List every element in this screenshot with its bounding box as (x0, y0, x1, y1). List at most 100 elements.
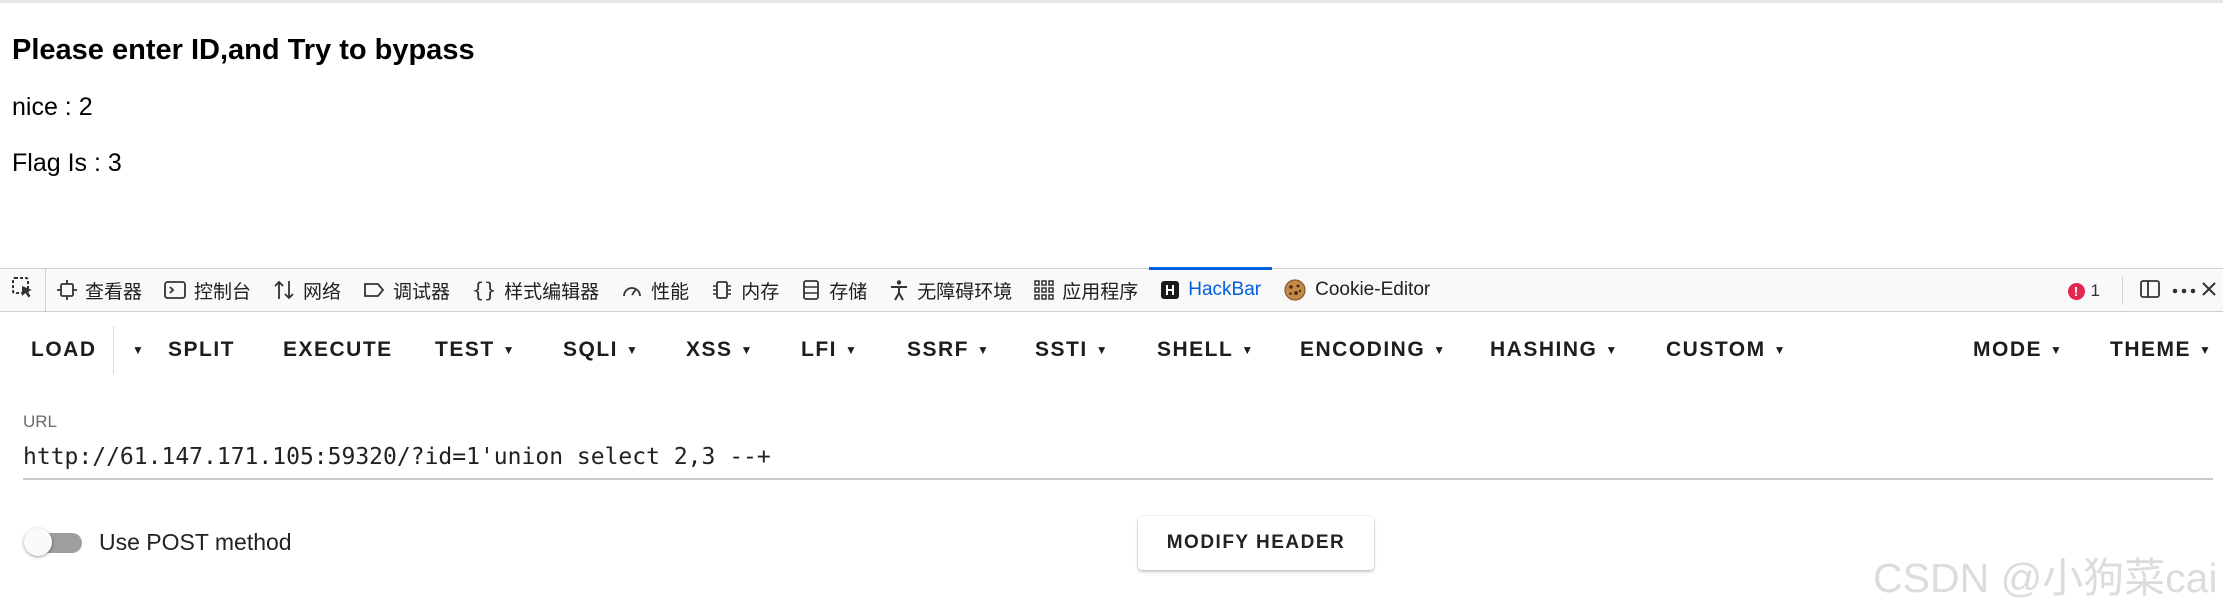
close-devtools-button[interactable] (2201, 274, 2223, 308)
more-options-button[interactable] (2167, 274, 2201, 308)
tab-label: 调试器 (393, 281, 451, 303)
error-count: 1 (2090, 281, 2100, 300)
theme-menu[interactable]: THEME ▼ (2110, 312, 2211, 388)
nice-text: nice : 2 (12, 93, 93, 121)
tab-cookie-editor[interactable]: Cookie-Editor (1272, 268, 1441, 312)
test-label: TEST (435, 338, 495, 361)
ssti-menu[interactable]: SSTI ▼ (1035, 312, 1108, 388)
tab-label: 网络 (303, 281, 342, 303)
tab-label: 内存 (741, 281, 780, 303)
ssrf-menu[interactable]: SSRF ▼ (907, 312, 989, 388)
accessibility-icon (889, 279, 909, 301)
caret-down-icon: ▼ (740, 343, 753, 357)
dock-toggle-button[interactable] (2133, 274, 2167, 308)
mode-menu[interactable]: MODE ▼ (1973, 312, 2062, 388)
tab-storage[interactable]: 存储 (790, 268, 878, 312)
load-dropdown-button[interactable]: ▼ (124, 312, 144, 388)
tab-label: 查看器 (85, 281, 143, 303)
lfi-label: LFI (801, 338, 837, 361)
ssrf-label: SSRF (907, 338, 970, 361)
element-picker-icon (11, 276, 35, 305)
lfi-menu[interactable]: LFI ▼ (801, 312, 857, 388)
tab-inspector[interactable]: 查看器 (46, 268, 153, 312)
error-count-badge[interactable]: ! 1 (2067, 281, 2100, 301)
url-input[interactable] (23, 436, 2213, 480)
tab-hackbar[interactable]: HackBar (1149, 267, 1272, 312)
load-label: LOAD (31, 338, 97, 361)
caret-down-icon: ▼ (977, 343, 989, 357)
modify-header-button[interactable]: MODIFY HEADER (1138, 516, 1374, 570)
caret-down-icon: ▼ (502, 343, 515, 357)
caret-down-icon: ▼ (1773, 343, 1786, 357)
shell-menu[interactable]: SHELL ▼ (1157, 312, 1253, 388)
tab-debugger[interactable]: 调试器 (352, 268, 461, 312)
console-icon (164, 280, 186, 300)
encoding-label: ENCODING (1300, 338, 1426, 361)
mode-label: MODE (1973, 338, 2042, 361)
split-button[interactable]: SPLIT (168, 312, 235, 388)
tab-memory[interactable]: 内存 (700, 268, 790, 312)
inspector-icon (57, 280, 77, 300)
caret-down-icon: ▼ (1605, 343, 1618, 357)
hashing-label: HASHING (1490, 338, 1598, 361)
app-grid-icon (1034, 280, 1054, 300)
network-arrows-icon (273, 279, 295, 301)
devtools-right-controls: ! 1 (2067, 269, 2223, 313)
tab-label: Cookie-Editor (1315, 279, 1431, 300)
memory-chip-icon (711, 279, 733, 301)
caret-down-icon: ▼ (845, 343, 857, 357)
debugger-icon (363, 281, 385, 299)
caret-down-icon: ▼ (132, 343, 144, 357)
tab-label: 控制台 (194, 281, 252, 303)
caret-down-icon: ▼ (1241, 343, 1254, 357)
custom-menu[interactable]: CUSTOM ▼ (1666, 312, 1786, 388)
devtools-toolbar: 查看器 控制台 网络 调试器 {} 样式编辑器 性能 内存 存储 无障碍环境 应… (0, 267, 2223, 313)
element-picker-button[interactable] (0, 268, 46, 312)
tab-label: 存储 (829, 281, 868, 303)
encoding-menu[interactable]: ENCODING ▼ (1300, 312, 1445, 388)
tab-label: 样式编辑器 (504, 281, 600, 303)
close-icon (2201, 281, 2217, 302)
error-icon: ! (2067, 282, 2085, 300)
sqli-menu[interactable]: SQLI ▼ (563, 312, 638, 388)
caret-down-icon: ▼ (1433, 343, 1446, 357)
tab-style-editor[interactable]: {} 样式编辑器 (461, 268, 610, 312)
tab-performance[interactable]: 性能 (610, 268, 700, 312)
caret-down-icon: ▼ (626, 343, 638, 357)
execute-label: EXECUTE (283, 338, 393, 361)
tab-network[interactable]: 网络 (262, 268, 352, 312)
execute-button[interactable]: EXECUTE (283, 312, 393, 388)
tab-accessibility[interactable]: 无障碍环境 (878, 268, 1023, 312)
dock-side-icon (2139, 278, 2161, 305)
post-method-label: Use POST method (99, 529, 292, 555)
performance-gauge-icon (621, 280, 643, 300)
storage-icon (801, 279, 821, 301)
caret-down-icon: ▼ (2050, 343, 2062, 357)
xss-menu[interactable]: XSS ▼ (686, 312, 752, 388)
watermark: CSDN @小狗菜cai (1873, 555, 2218, 601)
load-button[interactable]: LOAD (31, 312, 97, 388)
toolbar-divider (2122, 277, 2123, 305)
tab-console[interactable]: 控制台 (153, 268, 262, 312)
sqli-label: SQLI (563, 338, 619, 361)
tab-label: 无障碍环境 (917, 281, 1013, 303)
tab-label: 性能 (651, 281, 690, 303)
page-heading: Please enter ID,and Try to bypass (12, 34, 475, 66)
test-menu[interactable]: TEST ▼ (435, 312, 515, 388)
braces-icon: {} (472, 278, 497, 302)
load-divider (113, 326, 114, 374)
toggle-thumb (24, 528, 52, 556)
tab-application[interactable]: 应用程序 (1023, 268, 1149, 312)
tab-label: HackBar (1188, 279, 1262, 300)
hackbar-menu: LOAD ▼ SPLIT EXECUTE TEST ▼ SQLI ▼ XSS ▼ LF… (0, 312, 2223, 388)
top-border (0, 0, 2223, 3)
shell-label: SHELL (1157, 338, 1234, 361)
ellipsis-icon (2172, 282, 2196, 300)
post-method-toggle[interactable] (24, 527, 82, 557)
tab-label: 应用程序 (1062, 281, 1139, 303)
caret-down-icon: ▼ (1095, 343, 1108, 357)
hackbar-icon (1160, 280, 1180, 300)
page-content: Please enter ID,and Try to bypass nice :… (12, 30, 1212, 180)
hashing-menu[interactable]: HASHING ▼ (1490, 312, 1617, 388)
ssti-label: SSTI (1035, 338, 1088, 361)
